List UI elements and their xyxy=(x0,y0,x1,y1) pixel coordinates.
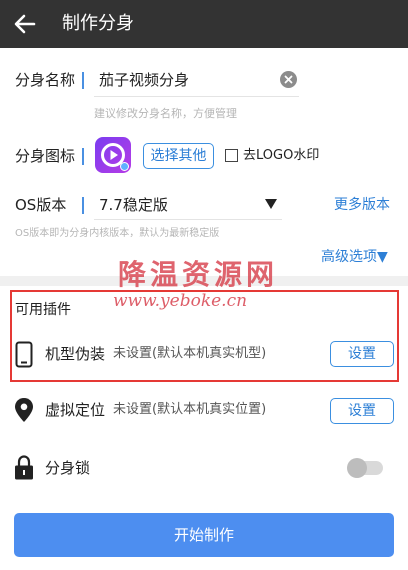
start-create-button[interactable]: 开始制作 xyxy=(14,513,394,557)
os-version-label: OS版本 xyxy=(15,196,67,214)
name-input[interactable]: 茄子视频分身 xyxy=(99,69,189,91)
page-title: 制作分身 xyxy=(62,13,134,34)
watermark-text: 降温资源网 xyxy=(118,258,279,291)
clear-icon[interactable] xyxy=(280,71,297,88)
lock-toggle-knob[interactable] xyxy=(347,458,367,478)
plugin-name-location: 虚拟定位 xyxy=(45,401,106,419)
dropdown-caret-icon[interactable] xyxy=(265,199,277,209)
location-pin-icon xyxy=(15,398,33,422)
os-select-underline xyxy=(94,219,282,220)
name-input-underline xyxy=(94,96,299,97)
advanced-options-toggle[interactable]: 高级选项▼ xyxy=(321,247,388,267)
icon-label: 分身图标 xyxy=(15,147,76,165)
plugin-desc-location: 未设置(默认本机真实位置) xyxy=(113,402,267,417)
icon-indicator-bar xyxy=(82,148,84,165)
location-settings-button[interactable]: 设置 xyxy=(330,398,394,424)
choose-other-button[interactable]: 选择其他 xyxy=(143,143,214,169)
play-logo-icon xyxy=(101,143,129,171)
os-hint: OS版本即为分身内核版本，默认为最新稳定版 xyxy=(15,228,220,239)
back-arrow-icon[interactable] xyxy=(12,11,38,37)
plugin-name-lock: 分身锁 xyxy=(45,459,91,477)
name-hint: 建议修改分身名称，方便管理 xyxy=(94,107,237,120)
lock-icon xyxy=(15,455,33,480)
remove-logo-label: 去LOGO水印 xyxy=(243,148,320,163)
remove-logo-checkbox[interactable] xyxy=(225,149,238,162)
app-icon[interactable] xyxy=(95,137,131,173)
watermark-url: www.yeboke.cn xyxy=(113,291,248,311)
os-version-select[interactable]: 7.7稳定版 xyxy=(99,194,168,216)
os-indicator-bar xyxy=(82,197,84,214)
name-indicator-bar xyxy=(82,72,84,89)
name-label: 分身名称 xyxy=(15,71,76,89)
more-versions-link[interactable]: 更多版本 xyxy=(334,195,390,215)
